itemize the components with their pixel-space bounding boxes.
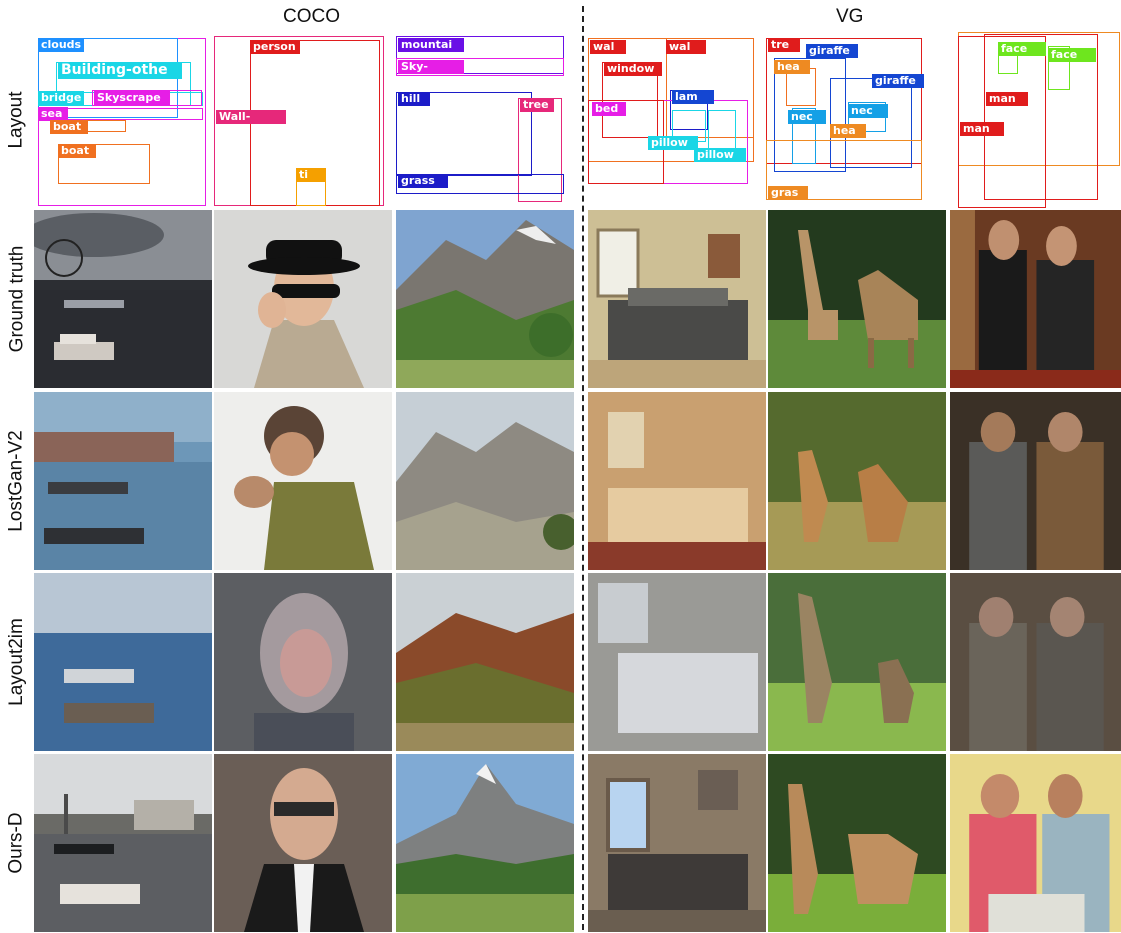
layout-vg-1: wal wal window lam bed pillow pillow [588,32,764,208]
photo-layout2im-vg-giraffes [768,573,946,751]
photo-gt-vg-giraffes [768,210,946,388]
layout-label: boat [58,144,96,158]
coco-header: COCO [283,6,340,27]
layout-label: clouds [38,38,84,52]
photo-gt-coco-mountain [396,210,574,388]
layout-label: lam [672,90,714,104]
photo-lostgan-coco-mountain [396,392,574,570]
layout-label: Wall- [216,110,286,124]
layout-label: window [604,62,662,76]
layout-label: boat [50,120,88,134]
photo-lostgan-vg-bedroom [588,392,766,570]
photo-lostgan-coco-person [214,392,392,570]
layout-label: pillow [648,136,698,150]
layout-label: nec [788,110,826,124]
photo-ours-vg-men [950,754,1121,932]
layout-label: face [1048,48,1096,62]
photo-layout2im-coco-mountain [396,573,574,751]
layout-label: man [986,92,1028,106]
photo-layout2im-coco-harbor [34,573,212,751]
layout-label: Building-othe [58,62,182,79]
layout-label: grass [398,174,448,188]
layout-label: person [250,40,300,54]
photo-layout2im-coco-person [214,573,392,751]
layout-label: gras [768,186,808,200]
photo-gt-vg-men [950,210,1121,388]
photo-lostgan-coco-harbor [34,392,212,570]
layout-label: wal [666,40,706,54]
layout-label: giraffe [872,74,924,88]
row-label-ours-d: Ours-D [6,812,28,874]
layout-label: mountai [398,38,464,52]
photo-layout2im-vg-bedroom [588,573,766,751]
layout-label: Skyscrape [94,91,170,105]
layout-label: hill [398,92,430,106]
row-label-layout: Layout [6,91,28,149]
photo-ours-vg-bedroom [588,754,766,932]
photo-ours-coco-mountain [396,754,574,932]
layout-label: tre [768,38,800,52]
layout-coco-2: person Wall- ti [214,32,390,208]
layout-label: ti [296,168,326,182]
layout-label: giraffe [806,44,858,58]
layout-label: bed [592,102,626,116]
layout-label: bridge [38,91,84,105]
layout-box [708,110,736,150]
layout-label: hea [774,60,810,74]
layout-coco-3: mountai Sky- hill tree grass [396,32,572,208]
vg-header: VG [836,6,864,27]
layout-label: hea [830,124,866,138]
layout-label: Sky- [398,60,464,74]
photo-ours-coco-harbor [34,754,212,932]
photo-gt-coco-harbor [34,210,212,388]
photo-layout2im-vg-men [950,573,1121,751]
layout-coco-1: clouds Building-othe bridge Skyscrape se… [36,32,212,208]
layout-vg-3: face face man man [944,32,1121,208]
layout-label: nec [848,104,888,118]
row-label-ground-truth: Ground truth [6,245,28,353]
row-label-layout2im: Layout2im [6,618,28,706]
dataset-divider [582,6,584,930]
layout-label: sea [38,107,68,121]
photo-ours-coco-person [214,754,392,932]
row-label-lostgan: LostGan-V2 [6,430,27,532]
layout-label: wal [590,40,626,54]
layout-label: pillow [694,148,746,162]
photo-ours-vg-giraffes [768,754,946,932]
photo-gt-vg-bedroom [588,210,766,388]
photo-lostgan-vg-men [950,392,1121,570]
photo-gt-coco-person [214,210,392,388]
layout-label: tree [520,98,554,112]
layout-label: face [998,42,1046,56]
layout-vg-2: tre giraffe hea giraffe nec nec hea gras [766,32,942,208]
photo-lostgan-vg-giraffes [768,392,946,570]
layout-label: man [960,122,1004,136]
